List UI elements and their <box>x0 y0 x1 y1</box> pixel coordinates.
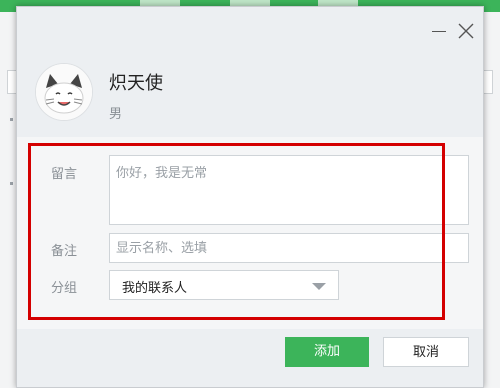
highlight-annotation-box <box>28 143 445 320</box>
close-icon <box>458 23 474 39</box>
background-right-panel <box>484 12 500 388</box>
cancel-button[interactable]: 取消 <box>383 337 469 367</box>
background-bullet <box>10 182 13 185</box>
background-bullet <box>10 118 13 121</box>
background-search-field <box>484 70 493 94</box>
minimize-icon <box>432 31 446 32</box>
close-button[interactable] <box>456 21 476 41</box>
contact-name: 炽天使 <box>109 73 163 94</box>
add-button[interactable]: 添加 <box>285 337 369 367</box>
avatar <box>35 63 93 121</box>
minimize-button[interactable] <box>429 21 449 41</box>
add-contact-dialog: 炽天使 男 留言 备注 分组 我的联系人 添加 取消 <box>16 6 484 388</box>
contact-gender: 男 <box>109 107 123 122</box>
cat-avatar-icon <box>36 64 92 120</box>
dialog-header <box>17 7 483 137</box>
background-left-panel <box>0 12 17 388</box>
